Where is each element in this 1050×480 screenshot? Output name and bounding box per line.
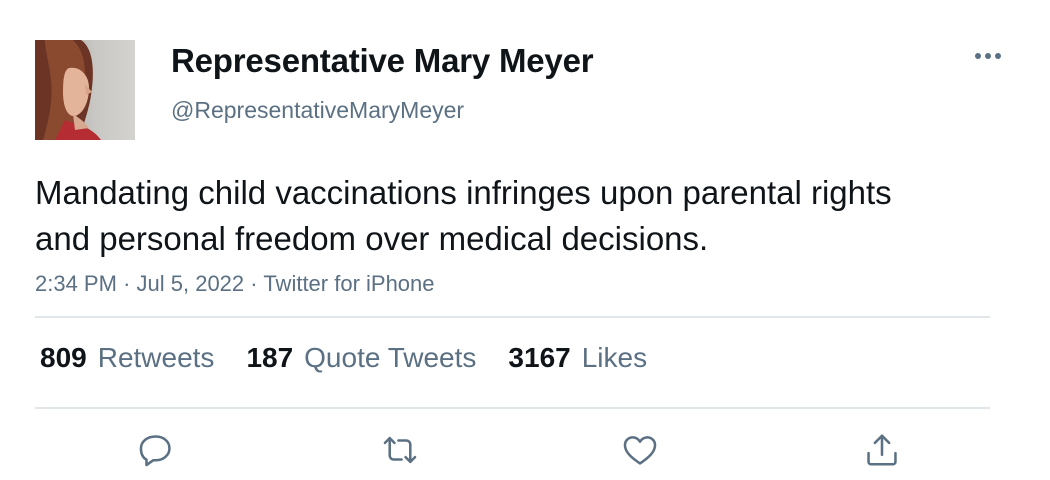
- divider: [35, 316, 990, 318]
- quote-tweets-stat[interactable]: 187 Quote Tweets: [246, 342, 476, 374]
- heart-icon: [623, 436, 657, 465]
- quote-tweets-label: Quote Tweets: [304, 342, 477, 373]
- retweet-icon: [383, 436, 417, 464]
- meta-separator: ·: [123, 271, 131, 296]
- divider: [35, 407, 990, 409]
- retweet-button[interactable]: [378, 428, 422, 472]
- display-name[interactable]: Representative Mary Meyer: [171, 42, 594, 80]
- meta-separator: ·: [250, 271, 258, 296]
- engagement-stats: 809 Retweets 187 Quote Tweets 3167 Likes: [40, 342, 679, 374]
- avatar-photo: [35, 40, 135, 140]
- likes-stat[interactable]: 3167 Likes: [508, 342, 647, 374]
- tweet-source[interactable]: Twitter for iPhone: [263, 271, 434, 296]
- share-button[interactable]: [860, 428, 904, 472]
- like-button[interactable]: [618, 428, 662, 472]
- tweet-date[interactable]: Jul 5, 2022: [137, 271, 245, 296]
- quote-tweets-count: 187: [246, 342, 294, 373]
- tweet-text: Mandating child vaccinations infringes u…: [35, 174, 892, 257]
- likes-count: 3167: [508, 342, 571, 373]
- tweet-time[interactable]: 2:34 PM: [35, 271, 117, 296]
- tweet-metadata: 2:34 PM · Jul 5, 2022 · Twitter for iPho…: [35, 271, 435, 297]
- likes-label: Likes: [581, 342, 648, 373]
- reply-icon: [139, 435, 171, 467]
- reply-button[interactable]: [134, 428, 178, 472]
- more-options-button[interactable]: [970, 44, 1006, 68]
- retweets-label: Retweets: [97, 342, 215, 373]
- user-handle[interactable]: @RepresentativeMaryMeyer: [171, 97, 464, 124]
- share-icon: [867, 434, 897, 466]
- more-horizontal-icon: [975, 53, 1001, 59]
- avatar[interactable]: [35, 40, 135, 140]
- retweets-stat[interactable]: 809 Retweets: [40, 342, 214, 374]
- retweets-count: 809: [40, 342, 87, 373]
